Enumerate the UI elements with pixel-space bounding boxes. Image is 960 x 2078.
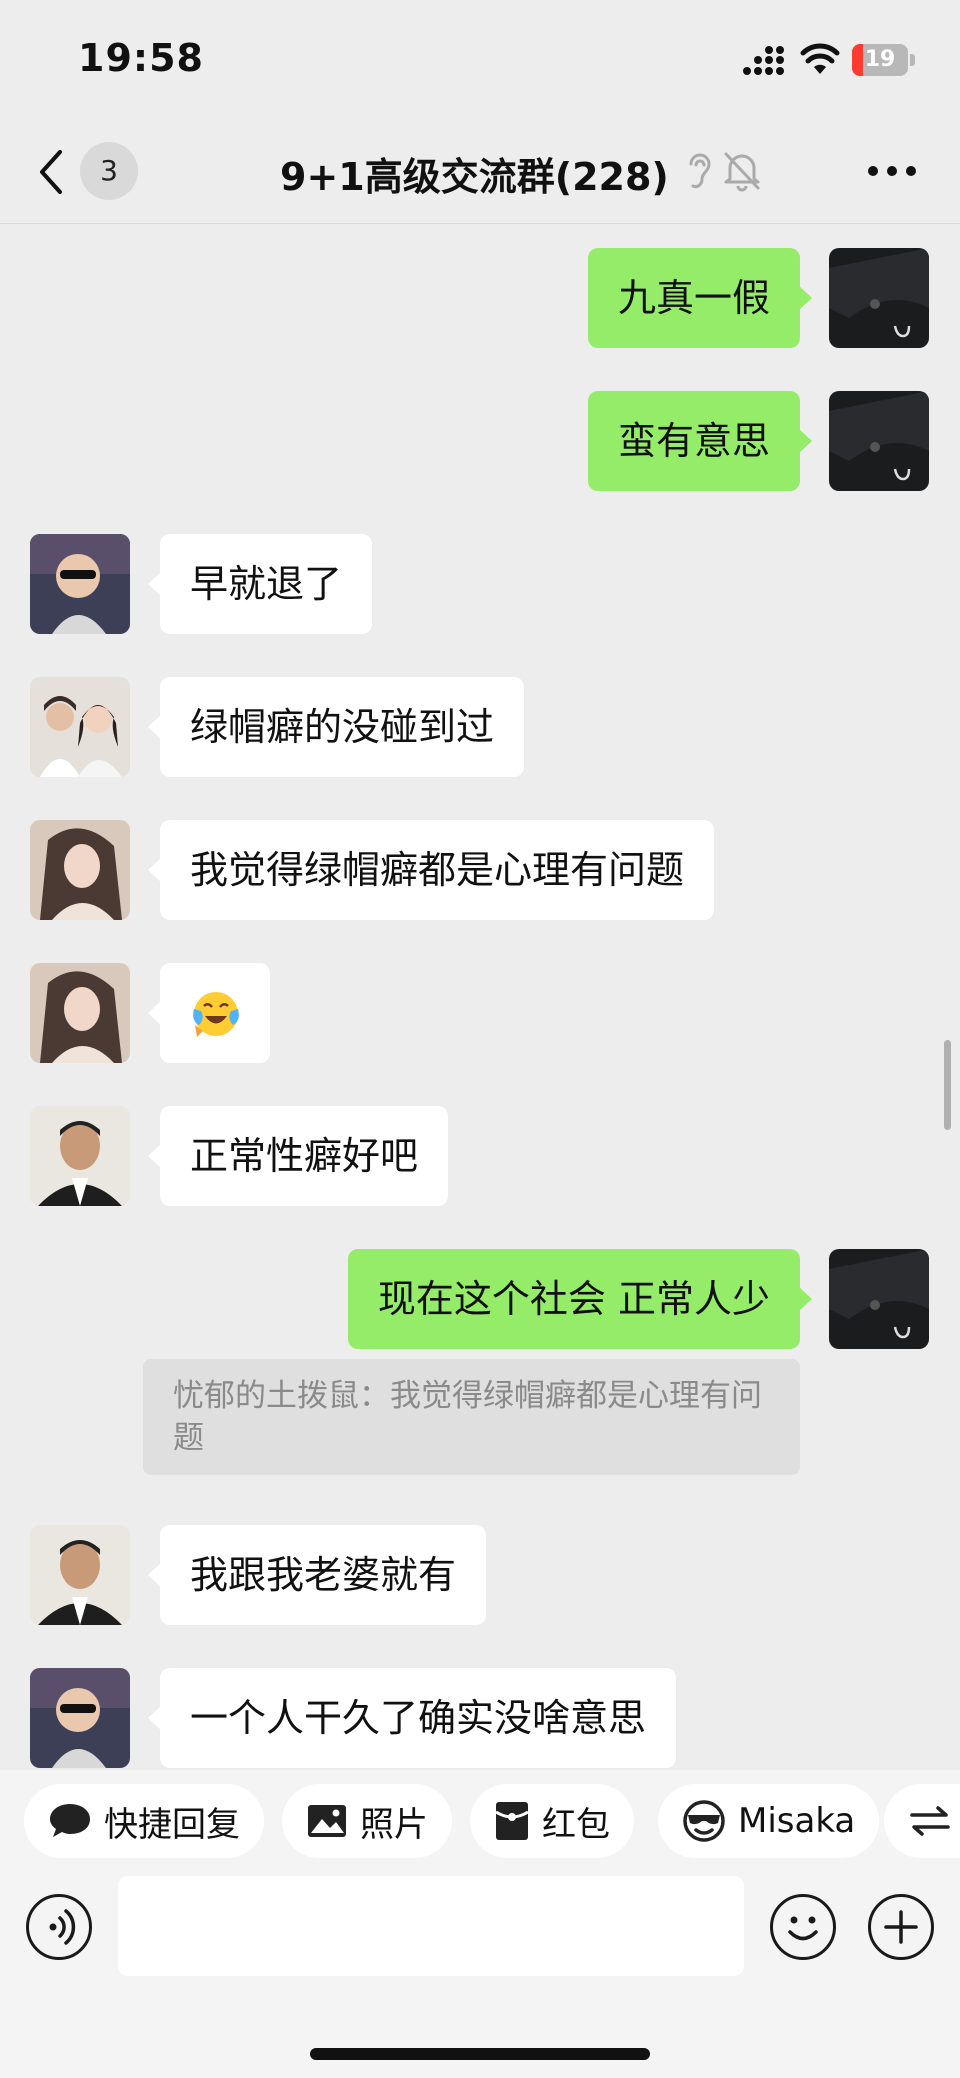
chat-header: 3 9+1高级交流群(228): [0, 120, 960, 224]
self-avatar[interactable]: [829, 248, 929, 348]
chat-bubble-icon: [50, 1804, 90, 1837]
message-row: 绿帽癖的没碰到过: [0, 677, 960, 779]
message-bubble[interactable]: 早就退了: [147, 534, 373, 634]
sunglasses-face-icon: [683, 1800, 725, 1842]
cellular-signal-icon: [743, 46, 784, 75]
battery-level: 19: [864, 47, 896, 72]
message-bubble[interactable]: 绿帽癖的没碰到过: [147, 677, 525, 777]
red-packet-icon: [495, 1802, 529, 1840]
baby-avatar[interactable]: [30, 1668, 130, 1768]
home-indicator[interactable]: [310, 2048, 650, 2060]
unread-count-badge[interactable]: 3: [80, 142, 138, 200]
self-avatar[interactable]: [829, 391, 929, 491]
baby-avatar[interactable]: [30, 534, 130, 634]
photo-label: 照片: [360, 1804, 428, 1845]
self-avatar[interactable]: [829, 1249, 929, 1349]
voice-input-button[interactable]: [26, 1894, 92, 1960]
status-time: 19:58: [78, 36, 204, 80]
swap-arrows-icon: [910, 1806, 950, 1836]
input-bar: [0, 1870, 960, 2078]
face-with-tears-of-joy-icon: [193, 992, 239, 1037]
message-row: 蛮有意思: [0, 391, 960, 493]
quoted-message[interactable]: 忧郁的土拨鼠：我觉得绿帽癖都是心理有问题: [143, 1359, 800, 1475]
chat-title[interactable]: 9+1高级交流群(228): [280, 146, 669, 201]
message-row: 我跟我老婆就有: [0, 1525, 960, 1627]
message-row: 一个人干久了确实没啥意思: [0, 1668, 960, 1770]
message-row: 早就退了: [0, 534, 960, 636]
quick-reply-label: 快捷回复: [104, 1804, 240, 1845]
wifi-icon: [800, 43, 840, 74]
image-icon: [308, 1805, 346, 1837]
mute-bell-icon: [724, 152, 760, 192]
message-bubble[interactable]: [148, 963, 270, 1063]
battery-icon: 19: [852, 44, 916, 76]
message-bubble[interactable]: 我觉得绿帽癖都是心理有问题: [147, 820, 715, 920]
message-row: 正常性癖好吧: [0, 1106, 960, 1208]
more-options-icon[interactable]: [866, 164, 918, 178]
more-functions-button[interactable]: [868, 1894, 934, 1960]
misaka-button[interactable]: Misaka: [658, 1784, 880, 1858]
woman-avatar[interactable]: [30, 963, 130, 1063]
message-input[interactable]: [118, 1876, 744, 1976]
smiley-icon: [788, 1916, 818, 1941]
message-bubble[interactable]: 现在这个社会 正常人少: [347, 1249, 813, 1349]
photo-button[interactable]: 照片: [282, 1784, 452, 1858]
voice-wave-icon: [49, 1909, 76, 1945]
woman-avatar[interactable]: [30, 820, 130, 920]
misaka-label: Misaka: [738, 1801, 856, 1841]
plus-icon: [884, 1910, 918, 1944]
status-bar: 19:58 19: [0, 0, 960, 120]
back-arrow-icon[interactable]: [36, 148, 66, 196]
couple-avatar[interactable]: [30, 677, 130, 777]
man-suit-avatar[interactable]: [30, 1525, 130, 1625]
message-row: 九真一假: [0, 248, 960, 350]
message-row: [0, 963, 960, 1065]
message-bubble[interactable]: 一个人干久了确实没啥意思: [147, 1668, 677, 1768]
message-row: 我觉得绿帽癖都是心理有问题: [0, 820, 960, 922]
emoji-button[interactable]: [770, 1894, 836, 1960]
switch-button[interactable]: [884, 1784, 960, 1858]
red-packet-button[interactable]: 红包: [470, 1784, 634, 1858]
red-packet-label: 红包: [542, 1804, 610, 1845]
quick-action-bar: 快捷回复 照片 红包 Misaka: [0, 1770, 960, 1870]
man-suit-avatar[interactable]: [30, 1106, 130, 1206]
scrollbar[interactable]: [944, 1040, 951, 1130]
quick-reply-button[interactable]: 快捷回复: [24, 1784, 264, 1858]
message-row: 现在这个社会 正常人少: [0, 1249, 960, 1351]
message-bubble[interactable]: 正常性癖好吧: [147, 1106, 449, 1206]
ear-icon: [689, 153, 711, 189]
message-bubble[interactable]: 蛮有意思: [587, 391, 813, 491]
message-bubble[interactable]: 九真一假: [587, 248, 813, 348]
message-list[interactable]: 九真一假 蛮有意思 早就退了 绿帽癖的没碰到过 我觉得绿帽癖都是心理有问题 正常…: [0, 225, 960, 1770]
message-bubble[interactable]: 我跟我老婆就有: [147, 1525, 487, 1625]
